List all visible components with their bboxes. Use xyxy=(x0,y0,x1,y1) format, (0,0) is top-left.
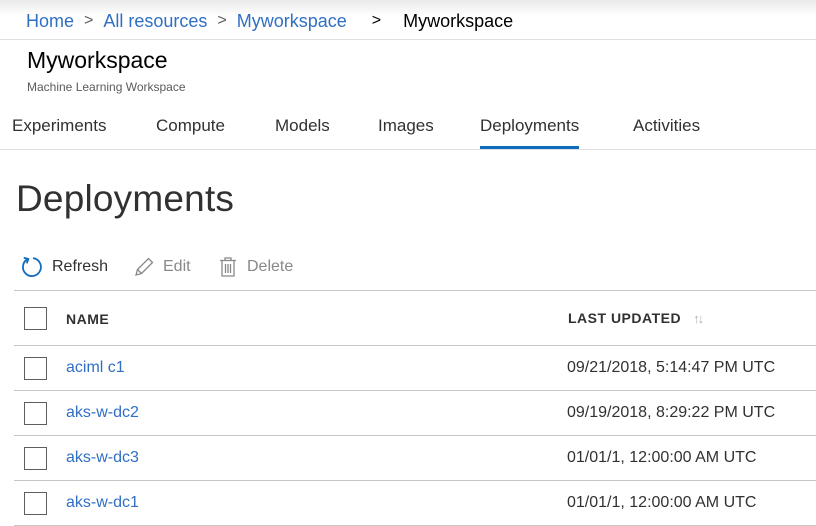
table-row[interactable]: aks-w-dc3 01/01/1, 12:00:00 AM UTC xyxy=(14,436,816,481)
refresh-icon xyxy=(22,256,42,277)
resource-subtitle: Machine Learning Workspace xyxy=(27,80,186,94)
breadcrumb: Home > All resources > Myworkspace > Myworkspa… xyxy=(26,10,513,32)
deployment-name-link[interactable]: aks-w-dc2 xyxy=(66,404,139,422)
last-updated-cell: 01/01/1, 12:00:00 AM UTC xyxy=(567,494,757,511)
tab-images[interactable]: Images xyxy=(378,116,434,136)
table-row[interactable]: aks-w-dc2 09/19/2018, 8:29:22 PM UTC xyxy=(14,391,816,436)
deployment-name-link[interactable]: aks-w-dc1 xyxy=(66,494,139,512)
pencil-icon xyxy=(135,257,154,276)
deployments-table: NAME LAST UPDATED ↑↓ aciml c1 09/21/2018… xyxy=(14,290,816,526)
table-header: NAME LAST UPDATED ↑↓ xyxy=(14,290,816,346)
tab-compute[interactable]: Compute xyxy=(156,116,225,136)
row-checkbox[interactable] xyxy=(24,402,47,425)
command-bar: Refresh Edit Delete xyxy=(0,253,816,283)
deployment-name-link[interactable]: aks-w-dc3 xyxy=(66,449,139,467)
select-all-checkbox[interactable] xyxy=(24,307,47,330)
column-header-last-updated-label: LAST UPDATED xyxy=(568,310,682,326)
sort-arrows-icon[interactable]: ↑↓ xyxy=(693,311,704,326)
breadcrumb-workspace[interactable]: Myworkspace xyxy=(237,11,347,32)
breadcrumb-separator: > xyxy=(217,12,227,30)
edit-button[interactable]: Edit xyxy=(133,253,191,281)
breadcrumb-home[interactable]: Home xyxy=(26,11,74,32)
last-updated-cell: 09/21/2018, 5:14:47 PM UTC xyxy=(567,359,776,376)
breadcrumb-separator: > xyxy=(371,12,382,30)
breadcrumb-separator: > xyxy=(84,12,94,30)
row-checkbox[interactable] xyxy=(24,492,47,515)
column-header-last-updated[interactable]: LAST UPDATED ↑↓ xyxy=(568,310,704,326)
tab-bar: Experiments Compute Models Images Deploy… xyxy=(0,105,816,150)
delete-button[interactable]: Delete xyxy=(217,253,293,281)
deployment-name-link[interactable]: aciml c1 xyxy=(66,359,125,377)
breadcrumb-bar: Home > All resources > Myworkspace > Myworkspa… xyxy=(0,0,816,40)
row-checkbox[interactable] xyxy=(24,357,47,380)
column-header-name[interactable]: NAME xyxy=(66,311,109,327)
breadcrumb-current: Myworkspace xyxy=(403,10,514,31)
delete-label: Delete xyxy=(247,258,294,275)
breadcrumb-all-resources[interactable]: All resources xyxy=(103,11,207,32)
resource-title: Myworkspace xyxy=(27,47,168,73)
last-updated-cell: 09/19/2018, 8:29:22 PM UTC xyxy=(567,404,776,421)
trash-icon xyxy=(220,257,236,277)
last-updated-cell: 01/01/1, 12:00:00 AM UTC xyxy=(567,449,757,466)
refresh-button[interactable]: Refresh xyxy=(20,253,108,281)
table-row[interactable]: aciml c1 09/21/2018, 5:14:47 PM UTC xyxy=(14,346,816,391)
row-checkbox[interactable] xyxy=(24,447,47,470)
table-row[interactable]: aks-w-dc1 01/01/1, 12:00:00 AM UTC xyxy=(14,481,816,526)
tab-models[interactable]: Models xyxy=(275,116,330,136)
refresh-label: Refresh xyxy=(52,258,109,275)
edit-label: Edit xyxy=(163,258,191,275)
tab-activities[interactable]: Activities xyxy=(633,116,700,136)
tab-deployments[interactable]: Deployments xyxy=(480,116,580,149)
tab-experiments[interactable]: Experiments xyxy=(12,116,106,136)
page-title: Deployments xyxy=(16,178,235,219)
